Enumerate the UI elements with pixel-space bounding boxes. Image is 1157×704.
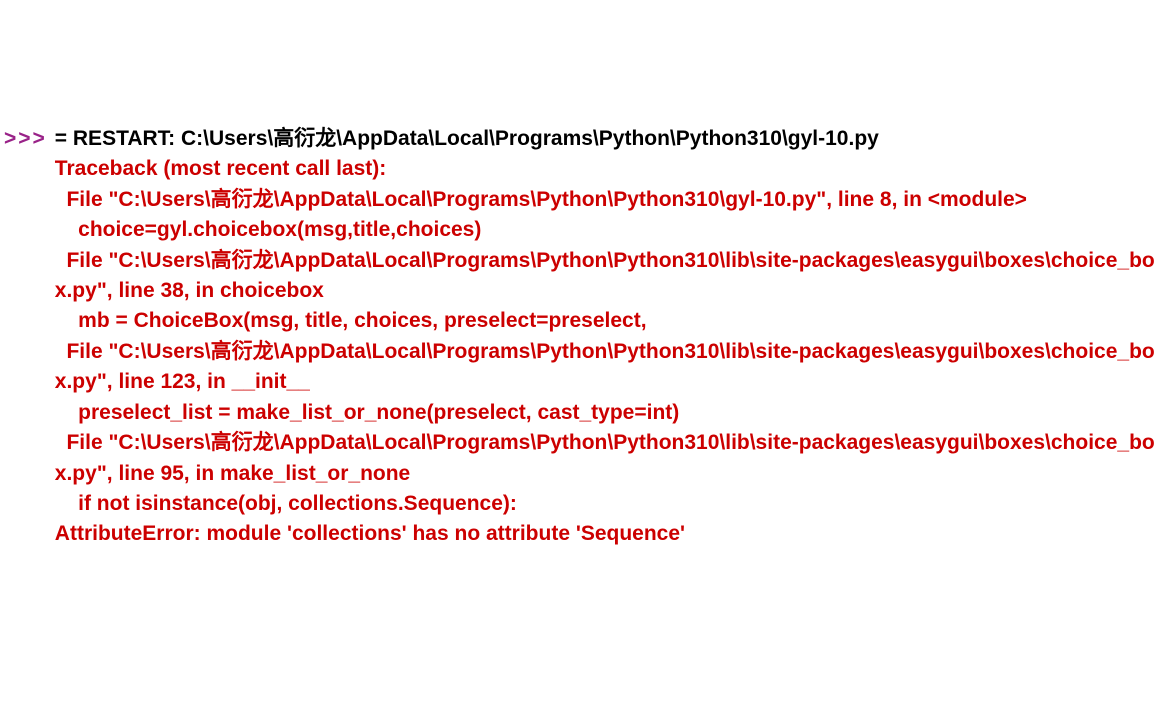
- traceback-frame-location: File "C:\Users\高衍龙\AppData\Local\Program…: [55, 246, 1157, 307]
- traceback-header: Traceback (most recent call last):: [55, 154, 1157, 184]
- traceback-frame-location: File "C:\Users\高衍龙\AppData\Local\Program…: [55, 185, 1157, 215]
- traceback-frame-location: File "C:\Users\高衍龙\AppData\Local\Program…: [55, 337, 1157, 398]
- traceback-frame-code: choice=gyl.choicebox(msg,title,choices): [55, 215, 1157, 245]
- traceback-error: AttributeError: module 'collections' has…: [55, 519, 1157, 549]
- traceback-frame-location: File "C:\Users\高衍龙\AppData\Local\Program…: [55, 428, 1157, 489]
- traceback-frame-code: mb = ChoiceBox(msg, title, choices, pres…: [55, 306, 1157, 336]
- console-output: >>> = RESTART: C:\Users\高衍龙\AppData\Loca…: [4, 124, 1157, 550]
- output-body[interactable]: = RESTART: C:\Users\高衍龙\AppData\Local\Pr…: [55, 124, 1157, 550]
- prompt-marker: >>>: [4, 124, 55, 154]
- restart-line: = RESTART: C:\Users\高衍龙\AppData\Local\Pr…: [55, 124, 1157, 154]
- traceback-frame-code: if not isinstance(obj, collections.Seque…: [55, 489, 1157, 519]
- traceback-frame-code: preselect_list = make_list_or_none(prese…: [55, 398, 1157, 428]
